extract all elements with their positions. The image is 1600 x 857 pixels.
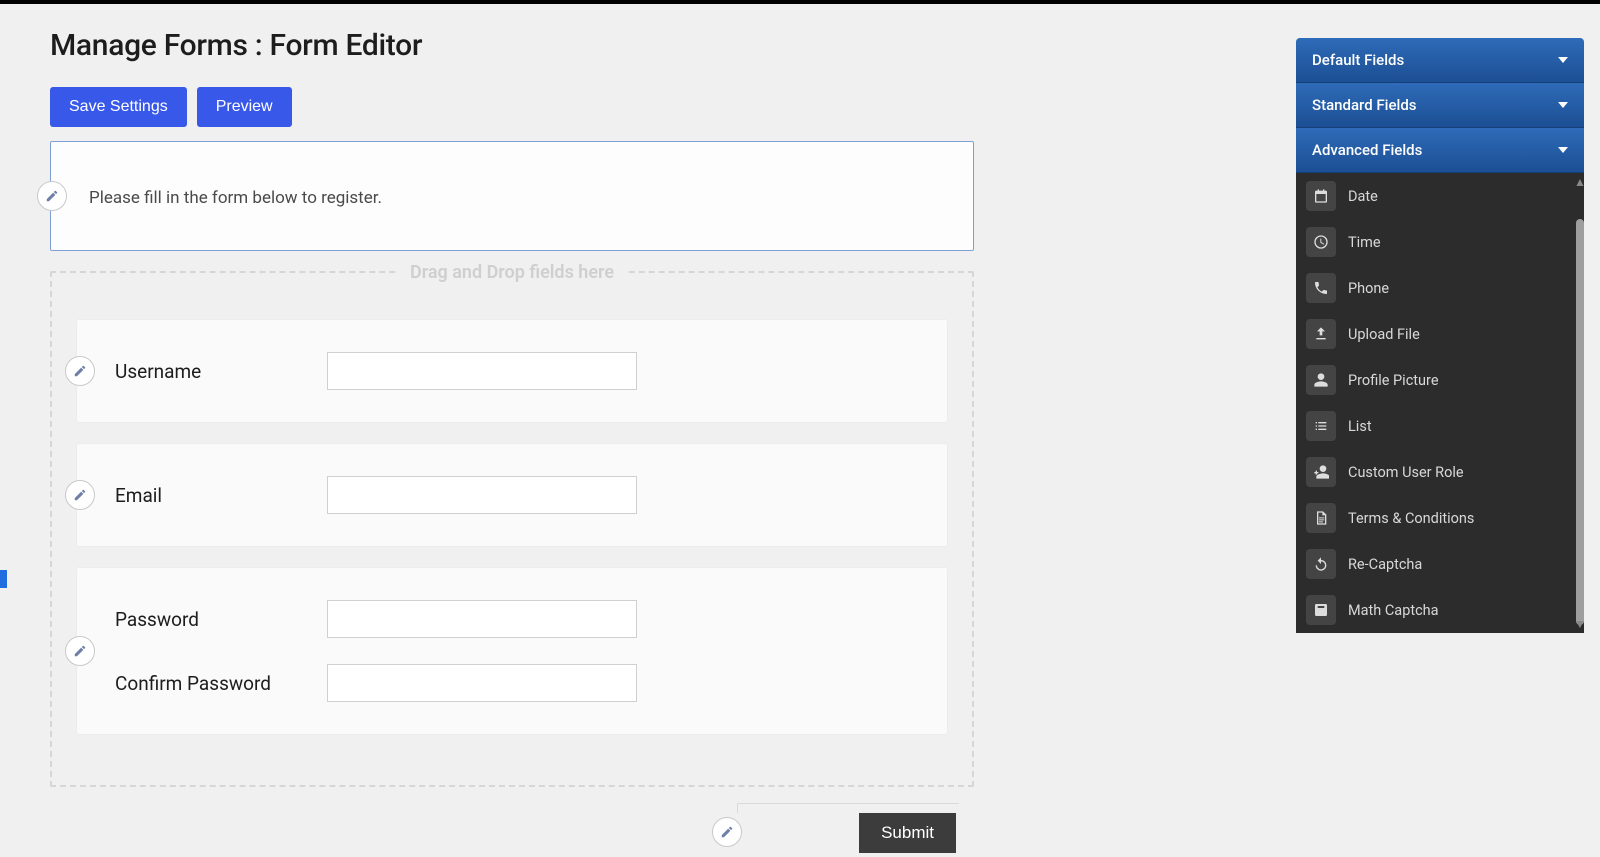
edit-field-button[interactable] — [65, 480, 95, 510]
calculator-icon — [1306, 595, 1336, 625]
pencil-icon — [73, 364, 87, 378]
field-item-terms-conditions[interactable]: Terms & Conditions — [1296, 495, 1584, 541]
field-item-time[interactable]: Time — [1296, 219, 1584, 265]
chevron-down-icon — [1558, 102, 1568, 108]
password-input[interactable] — [327, 600, 637, 638]
field-item-label: Time — [1348, 234, 1381, 251]
field-item-label: Profile Picture — [1348, 372, 1439, 389]
field-label: Email — [115, 484, 327, 507]
document-icon — [1306, 503, 1336, 533]
field-item-label: Re-Captcha — [1348, 556, 1422, 573]
field-item-phone[interactable]: Phone — [1296, 265, 1584, 311]
field-item-custom-user-role[interactable]: Custom User Role — [1296, 449, 1584, 495]
field-label: Username — [115, 360, 327, 383]
pencil-icon — [720, 825, 734, 839]
field-item-label: List — [1348, 418, 1372, 435]
edit-field-button[interactable] — [65, 636, 95, 666]
field-item-label: Phone — [1348, 280, 1389, 297]
field-item-profile-picture[interactable]: Profile Picture — [1296, 357, 1584, 403]
phone-icon — [1306, 273, 1336, 303]
confirm-password-input[interactable] — [327, 664, 637, 702]
accordion-label: Advanced Fields — [1312, 141, 1422, 159]
edit-submit-button[interactable] — [712, 817, 742, 847]
field-card-username[interactable]: Username — [76, 319, 948, 423]
edit-field-button[interactable] — [65, 356, 95, 386]
accordion-default-fields[interactable]: Default Fields — [1296, 38, 1584, 83]
main-content: Manage Forms : Form Editor Save Settings… — [0, 4, 1024, 857]
dropzone-label: Drag and Drop fields here — [396, 262, 628, 283]
field-item-recaptcha[interactable]: Re-Captcha — [1296, 541, 1584, 587]
submit-button[interactable]: Submit — [859, 813, 956, 853]
person-icon — [1306, 365, 1336, 395]
edit-header-button[interactable] — [37, 181, 67, 211]
accordion-label: Default Fields — [1312, 51, 1404, 69]
scroll-up-icon[interactable]: ▲ — [1574, 175, 1584, 189]
page-title: Manage Forms : Form Editor — [50, 28, 974, 63]
field-item-list[interactable]: List — [1296, 403, 1584, 449]
field-card-email[interactable]: Email — [76, 443, 948, 547]
accordion-standard-fields[interactable]: Standard Fields — [1296, 83, 1584, 128]
field-item-math-captcha[interactable]: Math Captcha — [1296, 587, 1584, 633]
selection-marker — [0, 570, 7, 588]
pencil-icon — [73, 488, 87, 502]
advanced-fields-list: ▲ Date Time Phone Upload File — [1296, 173, 1584, 633]
email-input[interactable] — [327, 476, 637, 514]
field-label: Confirm Password — [115, 672, 327, 695]
calendar-icon — [1306, 181, 1336, 211]
field-item-label: Math Captcha — [1348, 602, 1439, 619]
form-header-block[interactable]: Please fill in the form below to registe… — [50, 141, 974, 251]
save-settings-button[interactable]: Save Settings — [50, 87, 187, 127]
toolbar: Save Settings Preview — [50, 87, 974, 127]
form-header-message: Please fill in the form below to registe… — [89, 188, 935, 208]
user-plus-icon — [1306, 457, 1336, 487]
list-icon — [1306, 411, 1336, 441]
field-item-upload-file[interactable]: Upload File — [1296, 311, 1584, 357]
accordion-advanced-fields[interactable]: Advanced Fields — [1296, 128, 1584, 173]
scroll-down-icon[interactable]: ▼ — [1574, 617, 1584, 631]
clock-icon — [1306, 227, 1336, 257]
field-label: Password — [115, 608, 327, 631]
upload-icon — [1306, 319, 1336, 349]
accordion-label: Standard Fields — [1312, 96, 1417, 114]
field-item-label: Date — [1348, 188, 1378, 205]
username-input[interactable] — [327, 352, 637, 390]
field-item-date[interactable]: Date — [1296, 173, 1584, 219]
chevron-down-icon — [1558, 57, 1568, 63]
field-item-label: Custom User Role — [1348, 464, 1464, 481]
pencil-icon — [73, 644, 87, 658]
fields-sidebar: Default Fields Standard Fields Advanced … — [1296, 38, 1584, 633]
chevron-down-icon — [1558, 147, 1568, 153]
submit-divider — [737, 803, 959, 813]
preview-button[interactable]: Preview — [197, 87, 292, 127]
submit-area: Submit — [50, 813, 974, 857]
scrollbar[interactable] — [1576, 219, 1584, 625]
form-dropzone[interactable]: Drag and Drop fields here Username Email — [50, 271, 974, 787]
pencil-icon — [45, 189, 59, 203]
field-item-label: Upload File — [1348, 326, 1420, 343]
refresh-icon — [1306, 549, 1336, 579]
field-card-password[interactable]: Password Confirm Password — [76, 567, 948, 735]
field-item-label: Terms & Conditions — [1348, 510, 1474, 527]
